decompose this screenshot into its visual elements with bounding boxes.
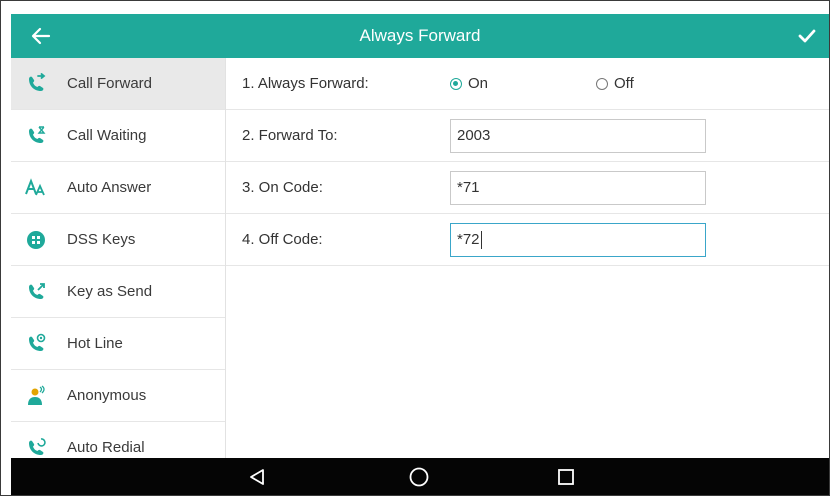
forward-to-value: 2003 xyxy=(457,127,491,144)
hot-line-icon xyxy=(25,333,47,355)
sidebar-item-label: Call Waiting xyxy=(67,127,147,144)
auto-redial-icon xyxy=(25,437,47,459)
call-forward-icon xyxy=(25,72,47,95)
checkmark-icon xyxy=(798,29,816,43)
nav-home-button[interactable] xyxy=(405,463,433,491)
forward-settings-form: 1. Always Forward: On Off 2. Forward To:… xyxy=(226,58,829,458)
off-code-value: *72 xyxy=(457,231,480,248)
sidebar-item-label: Key as Send xyxy=(67,283,153,300)
on-code-row: 3. On Code: *71 xyxy=(226,162,829,214)
forward-to-label: 2. Forward To: xyxy=(242,127,338,144)
settings-sidebar: Call Forward Call Waiting Auto Answer DS… xyxy=(11,58,226,458)
sidebar-item-label: Auto Answer xyxy=(67,179,152,196)
always-forward-label: 1. Always Forward: xyxy=(242,75,369,92)
sidebar-item-call-waiting[interactable]: Call Waiting xyxy=(11,110,225,162)
title-bar: Always Forward xyxy=(11,14,829,58)
sidebar-item-label: Call Forward xyxy=(67,75,153,92)
anonymous-icon xyxy=(25,384,47,407)
radio-on-label: On xyxy=(468,75,489,92)
sidebar-item-label: DSS Keys xyxy=(67,231,136,248)
sidebar-item-hot-line[interactable]: Hot Line xyxy=(11,318,225,370)
nav-recents-button[interactable] xyxy=(552,463,580,491)
nav-recents-square-icon xyxy=(558,469,574,485)
sidebar-item-label: Auto Redial xyxy=(67,439,145,456)
radio-checked-icon xyxy=(450,77,462,90)
dss-keys-icon xyxy=(25,229,47,251)
off-code-input[interactable]: *72 xyxy=(450,223,706,257)
sidebar-item-call-forward[interactable]: Call Forward xyxy=(11,58,225,110)
always-forward-on-radio[interactable]: On xyxy=(450,75,488,92)
radio-unchecked-icon xyxy=(596,77,608,90)
forward-to-row: 2. Forward To: 2003 xyxy=(226,110,829,162)
forward-to-input[interactable]: 2003 xyxy=(450,119,706,153)
back-button[interactable] xyxy=(19,14,63,58)
back-arrow-icon xyxy=(31,27,51,45)
android-navigation-bar xyxy=(11,458,829,495)
sidebar-item-auto-answer[interactable]: Auto Answer xyxy=(11,162,225,214)
sidebar-item-key-as-send[interactable]: Key as Send xyxy=(11,266,225,318)
always-forward-row: 1. Always Forward: On Off xyxy=(226,58,829,110)
sidebar-item-auto-redial[interactable]: Auto Redial xyxy=(11,422,225,458)
sidebar-item-dss-keys[interactable]: DSS Keys xyxy=(11,214,225,266)
call-waiting-icon xyxy=(25,125,47,147)
phone-screen: Always Forward Call Forward Call Waiting… xyxy=(0,0,830,496)
sidebar-item-label: Hot Line xyxy=(67,335,123,352)
nav-home-circle-icon xyxy=(409,467,429,487)
sidebar-item-anonymous[interactable]: Anonymous xyxy=(11,370,225,422)
sidebar-item-label: Anonymous xyxy=(67,387,147,404)
on-code-label: 3. On Code: xyxy=(242,179,323,196)
on-code-input[interactable]: *71 xyxy=(450,171,706,205)
page-title: Always Forward xyxy=(359,26,481,45)
on-code-value: *71 xyxy=(457,179,480,196)
off-code-row: 4. Off Code: *72 xyxy=(226,214,829,266)
always-forward-off-radio[interactable]: Off xyxy=(596,75,634,92)
nav-back-triangle-icon xyxy=(250,469,264,485)
key-as-send-icon xyxy=(25,281,47,303)
nav-back-button[interactable] xyxy=(243,463,271,491)
auto-answer-icon xyxy=(25,177,47,199)
radio-off-label: Off xyxy=(614,75,634,92)
confirm-button[interactable] xyxy=(785,14,829,58)
off-code-label: 4. Off Code: xyxy=(242,231,323,248)
text-cursor xyxy=(480,231,482,250)
